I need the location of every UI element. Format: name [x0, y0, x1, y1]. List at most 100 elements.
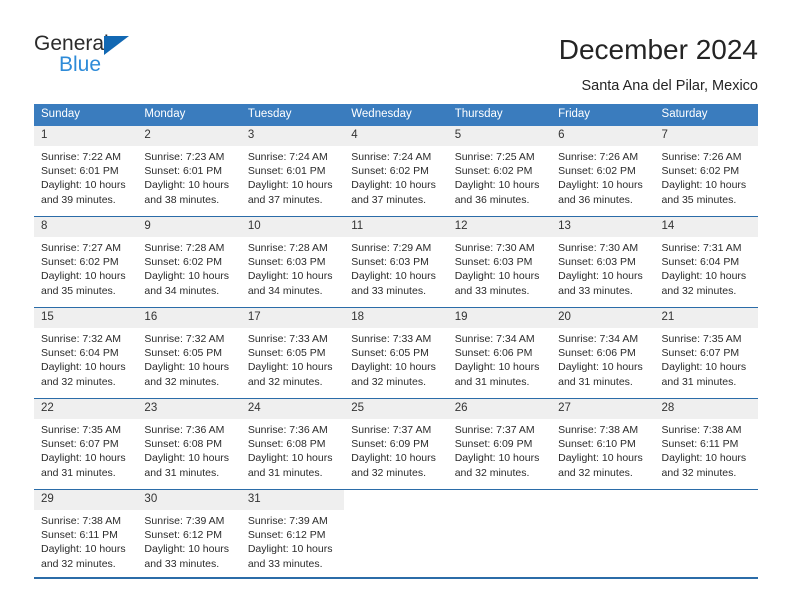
calendar-day-cell[interactable]: 10 Sunrise: 7:28 AM Sunset: 6:03 PM Dayligh…	[240, 216, 345, 308]
calendar-day-cell[interactable]: 6 Sunrise: 7:26 AM Sunset: 6:02 PM Daylight…	[551, 126, 655, 217]
calendar-day-cell[interactable]: 4 Sunrise: 7:24 AM Sunset: 6:02 PM Daylight…	[344, 126, 448, 217]
daylight-text-line1: Daylight: 10 hours	[661, 270, 747, 283]
calendar-day-cell[interactable]: 9 Sunrise: 7:28 AM Sunset: 6:02 PM Daylight…	[137, 216, 241, 308]
calendar-day-cell[interactable]: 1 Sunrise: 7:22 AM Sunset: 6:01 PM Daylight…	[34, 126, 138, 217]
day-sun-info: Sunrise: 7:24 AM Sunset: 6:01 PM Daylight:…	[241, 146, 344, 207]
sunset-text: Sunset: 6:06 PM	[558, 347, 636, 360]
sunrise-text: Sunrise: 7:36 AM	[144, 424, 225, 436]
calendar-day-cell-empty	[551, 489, 655, 580]
calendar-week-row: 29 Sunrise: 7:38 AM Sunset: 6:11 PM Dayligh…	[34, 489, 758, 580]
calendar-day-cell[interactable]: 13 Sunrise: 7:30 AM Sunset: 6:03 PM Dayligh…	[551, 216, 655, 308]
calendar-day-cell[interactable]: 2 Sunrise: 7:23 AM Sunset: 6:01 PM Daylight…	[137, 126, 241, 217]
day-sun-info: Sunrise: 7:34 AM Sunset: 6:06 PM Daylight:…	[551, 328, 654, 389]
daylight-text-line2: and 32 minutes.	[41, 557, 116, 570]
calendar-day-cell[interactable]: 18 Sunrise: 7:33 AM Sunset: 6:05 PM Dayligh…	[344, 307, 448, 399]
daylight-text-line2: and 37 minutes.	[351, 193, 426, 206]
calendar-day-cell[interactable]: 27 Sunrise: 7:38 AM Sunset: 6:10 PM Dayligh…	[551, 398, 655, 490]
daylight-text-line2: and 36 minutes.	[454, 193, 530, 206]
daylight-text-line1: Daylight: 10 hours	[454, 270, 540, 283]
sunrise-text: Sunrise: 7:28 AM	[247, 242, 328, 254]
sunset-text: Sunset: 6:03 PM	[454, 256, 533, 269]
calendar-bottom-rule	[34, 577, 758, 579]
daylight-text-line2: and 38 minutes.	[144, 193, 220, 206]
calendar-day-cell[interactable]: 19 Sunrise: 7:34 AM Sunset: 6:06 PM Dayligh…	[447, 307, 552, 399]
day-number: 18	[344, 308, 448, 328]
day-sun-info	[448, 497, 551, 501]
daylight-text-line1: Daylight: 10 hours	[661, 452, 747, 465]
day-sun-info: Sunrise: 7:27 AM Sunset: 6:02 PM Daylight:…	[34, 237, 137, 298]
sunset-text: Sunset: 6:02 PM	[41, 256, 119, 269]
calendar-day-cell[interactable]: 25 Sunrise: 7:37 AM Sunset: 6:09 PM Dayligh…	[344, 398, 448, 490]
calendar-day-cell[interactable]: 7 Sunrise: 7:26 AM Sunset: 6:02 PM Daylight…	[654, 126, 758, 217]
sunset-text: Sunset: 6:07 PM	[41, 438, 119, 451]
day-sun-info: Sunrise: 7:36 AM Sunset: 6:08 PM Daylight:…	[241, 419, 344, 480]
calendar-day-cell[interactable]: 28 Sunrise: 7:38 AM Sunset: 6:11 PM Dayligh…	[654, 398, 758, 490]
daylight-text-line1: Daylight: 10 hours	[41, 543, 126, 556]
sunset-text: Sunset: 6:11 PM	[661, 438, 739, 451]
day-number: 13	[551, 217, 655, 237]
sunrise-text: Sunrise: 7:38 AM	[558, 424, 639, 436]
sunrise-text: Sunrise: 7:37 AM	[454, 424, 535, 436]
calendar-day-cell[interactable]: 5 Sunrise: 7:25 AM Sunset: 6:02 PM Daylight…	[447, 126, 552, 217]
calendar-week-row: 15 Sunrise: 7:32 AM Sunset: 6:04 PM Dayligh…	[34, 307, 758, 399]
daylight-text-line2: and 33 minutes.	[351, 284, 426, 297]
daylight-text-line1: Daylight: 10 hours	[558, 179, 643, 192]
weekday-header-row: Sunday Monday Tuesday Wednesday Thursday…	[34, 104, 758, 126]
calendar-day-cell[interactable]: 22 Sunrise: 7:35 AM Sunset: 6:07 PM Dayligh…	[34, 398, 138, 490]
calendar-day-cell[interactable]: 30 Sunrise: 7:39 AM Sunset: 6:12 PM Dayligh…	[137, 489, 241, 580]
daylight-text-line2: and 33 minutes.	[454, 284, 530, 297]
calendar-day-cell[interactable]: 3 Sunrise: 7:24 AM Sunset: 6:01 PM Daylight…	[240, 126, 345, 217]
daylight-text-line1: Daylight: 10 hours	[247, 452, 333, 465]
sunset-text: Sunset: 6:11 PM	[41, 529, 118, 542]
sunset-text: Sunset: 6:03 PM	[558, 256, 636, 269]
day-number: 7	[654, 126, 758, 146]
day-number: 6	[551, 126, 655, 146]
calendar-day-cell[interactable]: 26 Sunrise: 7:37 AM Sunset: 6:09 PM Dayligh…	[447, 398, 552, 490]
sunset-text: Sunset: 6:12 PM	[247, 529, 326, 542]
day-sun-info: Sunrise: 7:36 AM Sunset: 6:08 PM Daylight:…	[137, 419, 240, 480]
sunset-text: Sunset: 6:07 PM	[661, 347, 740, 360]
sunset-text: Sunset: 6:01 PM	[41, 165, 119, 178]
day-sun-info: Sunrise: 7:35 AM Sunset: 6:07 PM Daylight:…	[655, 328, 758, 389]
calendar-day-cell[interactable]: 14 Sunrise: 7:31 AM Sunset: 6:04 PM Dayligh…	[654, 216, 758, 308]
daylight-text-line2: and 31 minutes.	[144, 466, 220, 479]
daylight-text-line1: Daylight: 10 hours	[144, 179, 230, 192]
calendar-week-row: 1 Sunrise: 7:22 AM Sunset: 6:01 PM Daylight…	[34, 126, 758, 217]
calendar-day-cell[interactable]: 23 Sunrise: 7:36 AM Sunset: 6:08 PM Dayligh…	[137, 398, 241, 490]
daylight-text-line1: Daylight: 10 hours	[661, 179, 747, 192]
sunrise-text: Sunrise: 7:29 AM	[351, 242, 432, 254]
sunrise-text: Sunrise: 7:38 AM	[661, 424, 742, 436]
calendar-day-cell[interactable]: 15 Sunrise: 7:32 AM Sunset: 6:04 PM Dayligh…	[34, 307, 138, 399]
calendar-day-cell[interactable]: 8 Sunrise: 7:27 AM Sunset: 6:02 PM Daylight…	[34, 216, 138, 308]
day-number	[447, 490, 552, 497]
sunrise-text: Sunrise: 7:28 AM	[144, 242, 225, 254]
daylight-text-line2: and 34 minutes.	[144, 284, 220, 297]
calendar-day-cell[interactable]: 16 Sunrise: 7:32 AM Sunset: 6:05 PM Dayligh…	[137, 307, 241, 399]
logo-text-blue: Blue	[59, 53, 102, 76]
calendar-day-cell[interactable]: 11 Sunrise: 7:29 AM Sunset: 6:03 PM Dayligh…	[344, 216, 448, 308]
daylight-text-line1: Daylight: 10 hours	[144, 543, 230, 556]
calendar-day-cell[interactable]: 12 Sunrise: 7:30 AM Sunset: 6:03 PM Dayligh…	[447, 216, 552, 308]
sunrise-text: Sunrise: 7:30 AM	[558, 242, 639, 254]
daylight-text-line1: Daylight: 10 hours	[454, 452, 540, 465]
daylight-text-line2: and 32 minutes.	[41, 375, 116, 388]
daylight-text-line1: Daylight: 10 hours	[454, 179, 540, 192]
calendar-day-cell[interactable]: 21 Sunrise: 7:35 AM Sunset: 6:07 PM Dayligh…	[654, 307, 758, 399]
calendar-day-cell[interactable]: 24 Sunrise: 7:36 AM Sunset: 6:08 PM Dayligh…	[240, 398, 345, 490]
generalblue-logo[interactable]: General Blue	[34, 32, 234, 84]
day-sun-info: Sunrise: 7:24 AM Sunset: 6:02 PM Daylight:…	[344, 146, 447, 207]
daylight-text-line2: and 34 minutes.	[247, 284, 323, 297]
calendar-day-cell[interactable]: 17 Sunrise: 7:33 AM Sunset: 6:05 PM Dayligh…	[240, 307, 345, 399]
daylight-text-line1: Daylight: 10 hours	[558, 361, 643, 374]
day-number: 15	[34, 308, 138, 328]
calendar-day-cell[interactable]: 31 Sunrise: 7:39 AM Sunset: 6:12 PM Dayligh…	[240, 489, 345, 580]
daylight-text-line2: and 33 minutes.	[247, 557, 323, 570]
weekday-header-monday: Monday	[137, 104, 241, 126]
sunset-text: Sunset: 6:04 PM	[41, 347, 119, 360]
day-number: 12	[447, 217, 552, 237]
day-sun-info: Sunrise: 7:30 AM Sunset: 6:03 PM Daylight:…	[551, 237, 654, 298]
calendar-day-cell[interactable]: 29 Sunrise: 7:38 AM Sunset: 6:11 PM Dayligh…	[34, 489, 138, 580]
day-sun-info: Sunrise: 7:29 AM Sunset: 6:03 PM Daylight:…	[344, 237, 447, 298]
calendar-day-cell[interactable]: 20 Sunrise: 7:34 AM Sunset: 6:06 PM Dayligh…	[551, 307, 655, 399]
daylight-text-line2: and 32 minutes.	[351, 375, 426, 388]
